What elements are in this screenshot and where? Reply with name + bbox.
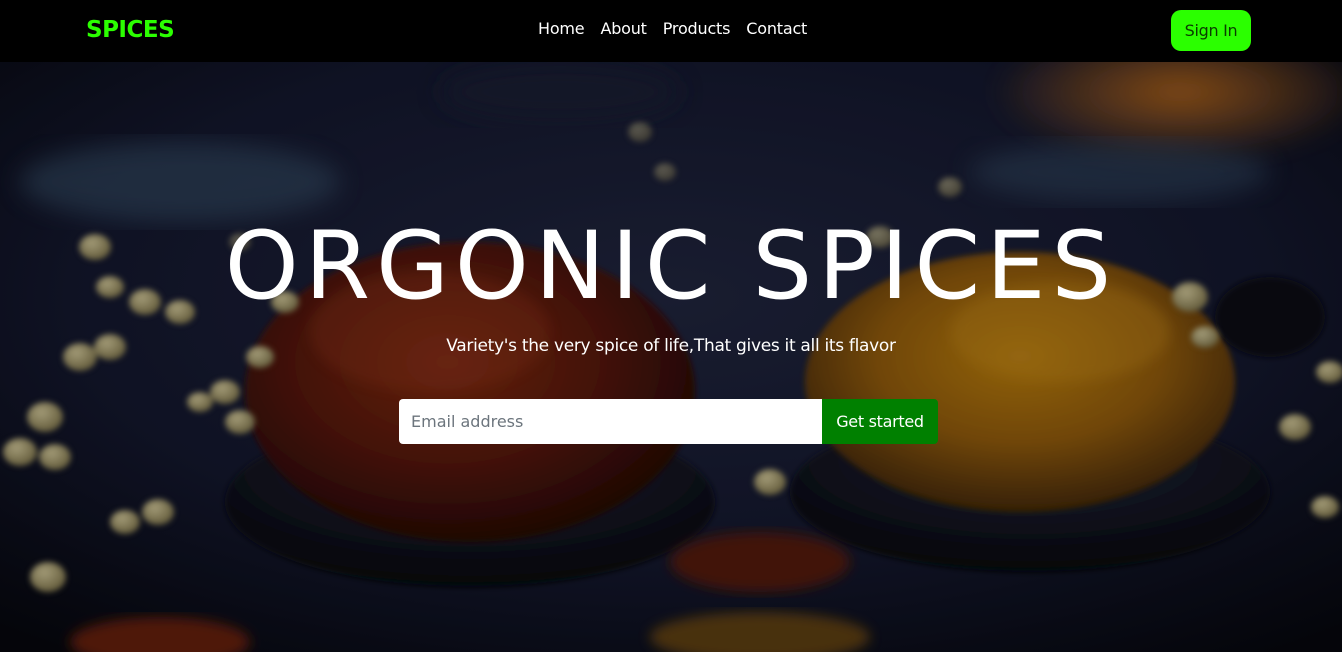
nav-link-contact[interactable]: Contact [746,19,807,38]
signup-form: Get started [399,399,938,444]
hero-subtitle: Variety's the very spice of life,That gi… [446,336,896,356]
nav-links: Home About Products Contact [538,18,807,40]
landing-page: SPICES Home About Products Contact Sign … [0,0,1342,652]
nav-item-home: Home [538,18,585,40]
navbar: SPICES Home About Products Contact Sign … [0,0,1342,62]
sign-in-button[interactable]: Sign In [1171,10,1251,51]
nav-item-contact: Contact [746,18,807,40]
hero-section: ORGONIC SPICES Variety's the very spice … [0,62,1342,652]
nav-link-about[interactable]: About [600,19,647,38]
get-started-button[interactable]: Get started [822,399,938,444]
nav-link-home[interactable]: Home [538,19,585,38]
hero-title: ORGONIC SPICES [224,212,1118,321]
email-input[interactable] [399,399,822,444]
nav-item-products: Products [663,18,731,40]
brand-logo[interactable]: SPICES [86,16,175,44]
nav-item-about: About [600,18,647,40]
nav-link-products[interactable]: Products [663,19,731,38]
